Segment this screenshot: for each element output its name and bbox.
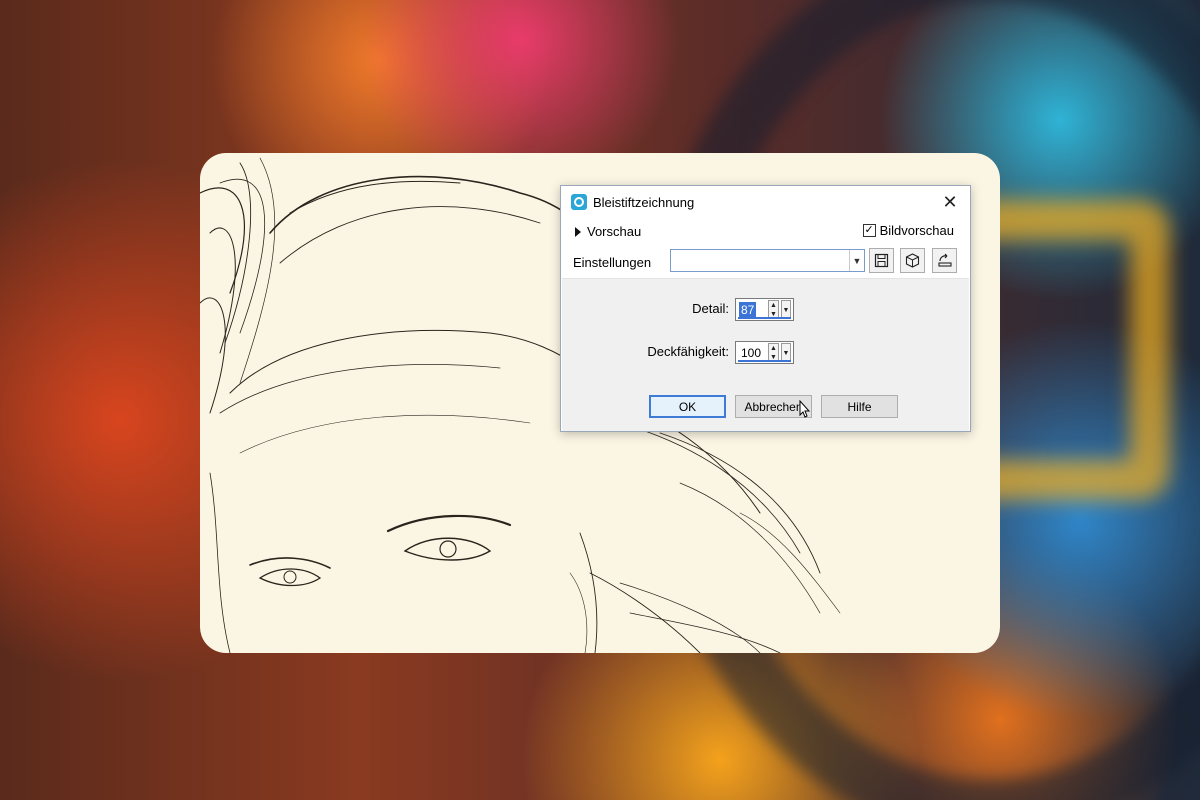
close-button[interactable]: ✕ (938, 190, 962, 214)
cube-icon (905, 253, 920, 268)
app-icon (571, 194, 587, 210)
image-preview-label: Bildvorschau (879, 223, 954, 238)
preview-label: Vorschau (587, 224, 642, 239)
opacity-label: Deckfähigkeit: (647, 344, 729, 359)
dialog-title: Bleistiftzeichnung (593, 195, 695, 210)
save-preset-button[interactable] (869, 248, 894, 273)
mouse-cursor-icon (799, 400, 811, 418)
image-preview-checkbox[interactable]: ✓ Bildvorschau (862, 223, 954, 238)
settings-dropdown[interactable]: ▼ (670, 249, 865, 272)
pencil-sketch-dialog: Bleistiftzeichnung ✕ Vorschau ✓ Bildvors… (560, 185, 971, 432)
chevron-down-icon: ▼ (849, 250, 864, 271)
dialog-titlebar[interactable]: Bleistiftzeichnung ✕ (561, 186, 970, 218)
opacity-value: 100 (741, 346, 762, 360)
help-button[interactable]: Hilfe (821, 395, 898, 418)
preview-row: Vorschau ✓ Bildvorschau (561, 222, 970, 246)
close-icon: ✕ (942, 191, 958, 212)
detail-value: 87 (739, 302, 757, 318)
settings-label: Einstellungen (573, 255, 652, 270)
settings-row: Einstellungen ▼ (561, 248, 970, 276)
opacity-spinbox[interactable]: 100 ▲ ▼ ▼ (735, 341, 794, 364)
opacity-slider-indicator (738, 360, 791, 362)
detail-spinbox[interactable]: 87 ▲ ▼ ▼ (735, 298, 794, 321)
detail-label: Detail: (692, 301, 729, 316)
ok-button[interactable]: OK (649, 395, 726, 418)
expand-triangle-icon (575, 226, 581, 237)
random-preset-button[interactable] (900, 248, 925, 273)
save-icon (874, 253, 889, 268)
reset-icon (937, 253, 952, 267)
detail-slider-indicator (738, 317, 791, 319)
reset-preset-button[interactable] (932, 248, 957, 273)
preview-expander[interactable]: Vorschau (575, 224, 641, 239)
checkbox-checked-icon: ✓ (862, 224, 876, 237)
